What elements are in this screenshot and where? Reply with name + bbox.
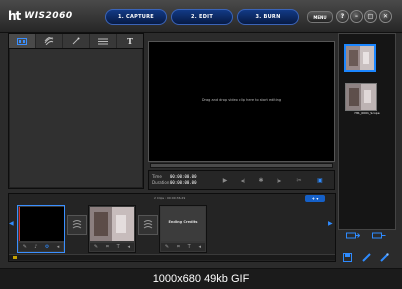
storyboard: 2 Clips : 00:00:36.29 + ▾ ◀ ▶ ✎ ♪ ⚙ ◂ ✎ …: [8, 193, 336, 262]
trim-icon[interactable]: ✎: [165, 244, 169, 250]
step-back-button[interactable]: ◀|: [239, 176, 247, 184]
title-text-icon: T: [127, 36, 133, 46]
output-panel: Ht1_0001_Scope: [338, 33, 396, 238]
clip-tools: ✎ ♪ ⚙ ◂: [19, 243, 63, 251]
output-item-2[interactable]: [345, 83, 377, 111]
export-button[interactable]: [372, 231, 386, 239]
effects-button[interactable]: [379, 252, 389, 262]
output-item-2-label: Ht1_0001_Scope: [354, 111, 380, 115]
playback-controls: Time Duration 00:00:00.00 00:00:00.00 ▶ …: [148, 170, 335, 190]
library-tabs: T: [9, 34, 143, 49]
snapshot-button[interactable]: ▣: [316, 176, 324, 184]
ending-credits-clip[interactable]: Ending Credits ✎ ⌗ T ◂: [159, 205, 207, 253]
film-import-icon: [346, 232, 360, 238]
ending-credits-label: Ending Credits: [168, 220, 198, 224]
tab-effects[interactable]: [63, 34, 90, 48]
play-icon: ▶: [222, 176, 228, 184]
transition-slot-1[interactable]: [67, 215, 87, 235]
volume-icon[interactable]: ◂: [128, 244, 131, 250]
help-button[interactable]: ?: [336, 10, 349, 23]
minimize-button[interactable]: –: [350, 10, 363, 23]
tab-text-overlay[interactable]: [90, 34, 117, 48]
clip-thumbnail: [346, 84, 376, 110]
clip-thumbnail: [19, 207, 64, 241]
speed-icon[interactable]: ⚙: [45, 244, 49, 250]
cut-button[interactable]: ✂: [295, 176, 303, 184]
film-export-icon: [372, 232, 386, 238]
logo-mark: ht: [8, 9, 21, 23]
maximize-button[interactable]: □: [364, 10, 377, 23]
volume-icon[interactable]: ◂: [57, 244, 60, 250]
tab-titles[interactable]: T: [117, 34, 143, 48]
time-values: 00:00:00.00 00:00:00.00: [170, 174, 197, 186]
trim-icon[interactable]: ✎: [23, 244, 27, 250]
tab-video-library[interactable]: [9, 34, 36, 48]
transition-icon: [143, 220, 153, 229]
effects-wand-icon: [72, 37, 80, 45]
cut-icon: ✂: [296, 176, 302, 184]
credits-thumbnail: Ending Credits: [161, 207, 205, 241]
duration-label: Duration: [152, 180, 170, 185]
scroll-left-button[interactable]: ◀: [9, 220, 14, 227]
import-button[interactable]: [346, 231, 360, 239]
output-item-1[interactable]: [344, 44, 376, 72]
preview-window[interactable]: Drag and drop video clip here to start e…: [148, 41, 335, 162]
transition-swirl-icon: [44, 37, 54, 45]
add-clip-button[interactable]: + ▾: [305, 195, 325, 202]
text-icon[interactable]: T: [117, 244, 120, 250]
warning-icon: [13, 256, 17, 259]
tab-edit[interactable]: 2. EDIT: [171, 9, 233, 25]
save-button[interactable]: [342, 252, 352, 262]
scroll-right-button[interactable]: ▶: [328, 220, 333, 227]
crop-icon[interactable]: ⌗: [177, 244, 180, 250]
step-forward-button[interactable]: |▶: [275, 176, 283, 184]
preview-drop-message: Drag and drop video clip here to start e…: [201, 98, 282, 102]
text-icon[interactable]: T: [188, 244, 191, 250]
play-button[interactable]: ▶: [221, 176, 229, 184]
step-forward-icon: |▶: [276, 177, 282, 183]
video-library-icon: [17, 37, 27, 45]
app-logo: ht WIS2060: [8, 8, 73, 24]
clip-thumbnail: [90, 207, 134, 241]
settings-icon: ✱: [258, 176, 264, 184]
duration-value: 00:00:00.00: [170, 180, 197, 185]
tab-capture[interactable]: 1. CAPTURE: [105, 9, 167, 25]
text-lines-icon: [98, 38, 108, 44]
edit-button[interactable]: [361, 252, 371, 262]
audio-icon[interactable]: ♪: [34, 244, 37, 250]
storyboard-clip-1[interactable]: ✎ ♪ ⚙ ◂: [17, 205, 65, 253]
library-panel: T: [8, 33, 144, 189]
tab-burn[interactable]: 3. BURN: [237, 9, 299, 25]
storyboard-clip-2[interactable]: ✎ ⌗ T ◂: [88, 205, 136, 253]
app-window: ht WIS2060 1. CAPTURE 2. EDIT 3. BURN ME…: [0, 0, 402, 269]
settings-button[interactable]: ✱: [257, 176, 265, 184]
close-button[interactable]: ✕: [379, 10, 392, 23]
pencil-icon: [361, 252, 371, 262]
transition-icon: [72, 220, 82, 229]
library-content-area[interactable]: [10, 49, 142, 187]
time-labels: Time Duration: [152, 174, 169, 186]
storyboard-info: 2 Clips : 00:00:36.29: [154, 196, 186, 200]
step-back-icon: ◀|: [240, 177, 246, 183]
logo-name: WIS2060: [24, 11, 73, 21]
tab-transitions[interactable]: [36, 34, 63, 48]
clip-tools: ✎ ⌗ T ◂: [90, 243, 134, 251]
trim-icon[interactable]: ✎: [94, 244, 98, 250]
image-caption: 1000x680 49kb GIF: [0, 269, 402, 289]
save-icon: [342, 252, 352, 262]
title-bar: ht WIS2060 1. CAPTURE 2. EDIT 3. BURN ME…: [0, 0, 402, 33]
magic-icon: [379, 252, 389, 262]
menu-button[interactable]: MENU: [307, 11, 333, 23]
storyboard-scrollbar[interactable]: [9, 254, 335, 260]
clip-tools: ✎ ⌗ T ◂: [161, 243, 205, 251]
clip-thumbnail: [346, 46, 374, 70]
snapshot-icon: ▣: [317, 176, 323, 184]
transition-slot-2[interactable]: [138, 215, 158, 235]
crop-icon[interactable]: ⌗: [106, 244, 109, 250]
seek-bar[interactable]: [150, 163, 333, 168]
volume-icon[interactable]: ◂: [199, 244, 202, 250]
